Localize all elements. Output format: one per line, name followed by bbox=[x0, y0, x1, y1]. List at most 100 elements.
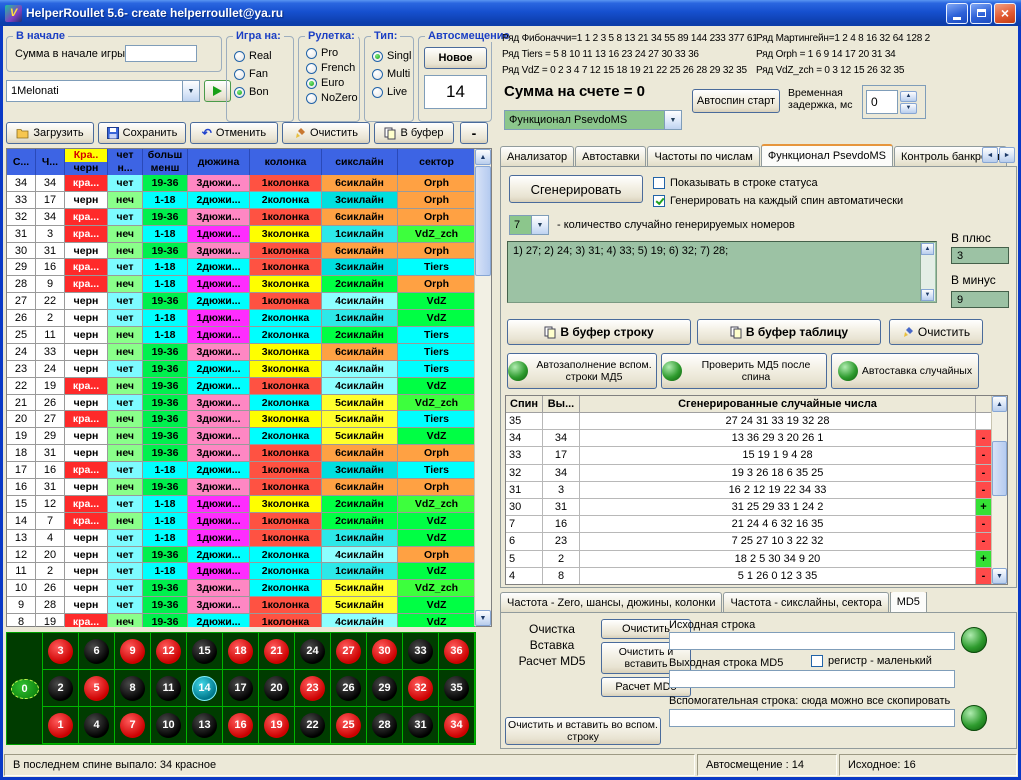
board-cell-21[interactable]: 21 bbox=[259, 633, 295, 670]
generate-button[interactable]: Сгенерировать bbox=[509, 175, 643, 203]
board-cell-36[interactable]: 36 bbox=[439, 633, 475, 670]
table-row[interactable]: 112чернчет1-181дюжи...2колонка1сиклайнVd… bbox=[7, 563, 491, 580]
chevron-down-icon[interactable]: ▼ bbox=[531, 216, 548, 234]
undo-button[interactable]: ↶ Отменить bbox=[190, 122, 278, 144]
chevron-down-icon[interactable]: ▼ bbox=[182, 81, 199, 101]
radio-option-pro[interactable]: Pro bbox=[306, 47, 358, 59]
load-button[interactable]: Загрузить bbox=[6, 122, 94, 144]
board-cell-11[interactable]: 11 bbox=[151, 670, 187, 707]
radio-option-live[interactable]: Live bbox=[372, 86, 411, 98]
board-cell-15[interactable]: 15 bbox=[187, 633, 223, 670]
table-row[interactable]: 2126чернчет19-363дюжи...2колонка5сиклайн… bbox=[7, 395, 491, 412]
gen-row[interactable]: 323419 3 26 18 6 35 25- bbox=[506, 465, 1007, 482]
lowercase-checkbox[interactable]: регистр - маленький bbox=[811, 655, 932, 667]
board-cell-24[interactable]: 24 bbox=[295, 633, 331, 670]
board-cell-7[interactable]: 7 bbox=[115, 707, 151, 744]
new-button[interactable]: Новое bbox=[424, 47, 487, 69]
minimize-button[interactable] bbox=[946, 3, 968, 24]
scroll-down-button[interactable]: ▼ bbox=[992, 568, 1007, 584]
save-button[interactable]: Сохранить bbox=[98, 122, 186, 144]
tabs-scroll-right-button[interactable]: ► bbox=[999, 147, 1015, 163]
board-cell-zero[interactable]: 0 bbox=[7, 633, 43, 744]
spin-down-button[interactable]: ▼ bbox=[900, 103, 917, 114]
table-row[interactable]: 3031черннеч19-363дюжи...1колонка6сиклайн… bbox=[7, 243, 491, 260]
tab-1[interactable]: Автоставки bbox=[575, 146, 646, 166]
board-cell-34[interactable]: 34 bbox=[439, 707, 475, 744]
table-row[interactable]: 2027кра...неч19-363дюжи...3колонка5сикла… bbox=[7, 411, 491, 428]
board-cell-20[interactable]: 20 bbox=[259, 670, 295, 707]
remove-button[interactable]: - bbox=[460, 122, 488, 144]
freq-tab-1[interactable]: Частота - сикслайны, сектора bbox=[723, 592, 888, 612]
delay-value-input[interactable]: 0 bbox=[866, 90, 898, 114]
board-cell-29[interactable]: 29 bbox=[367, 670, 403, 707]
board-cell-30[interactable]: 30 bbox=[367, 633, 403, 670]
table-row[interactable]: 2324чернчет19-362дюжи...3колонка4сиклайн… bbox=[7, 361, 491, 378]
radio-option-bon[interactable]: Bon bbox=[234, 86, 272, 98]
board-cell-13[interactable]: 13 bbox=[187, 707, 223, 744]
generated-numbers-area[interactable]: 1) 27; 2) 24; 3) 31; 4) 33; 5) 19; 6) 32… bbox=[507, 241, 937, 303]
gen-row[interactable]: 5218 2 5 30 34 9 20+ bbox=[506, 551, 1007, 568]
autospin-start-button[interactable]: Автоспин старт bbox=[692, 89, 780, 113]
board-cell-1[interactable]: 1 bbox=[43, 707, 79, 744]
table-row[interactable]: 313кра...неч1-181дюжи...3колонка1сиклайн… bbox=[7, 226, 491, 243]
tab-3[interactable]: Функционал PsevdoMS bbox=[761, 144, 893, 166]
table-row[interactable]: 819кра...неч19-362дюжи...1колонка4сиклай… bbox=[7, 614, 491, 627]
table-row[interactable]: 3434кра...чет19-363дюжи...1колонка6сикла… bbox=[7, 175, 491, 192]
board-cell-35[interactable]: 35 bbox=[439, 670, 475, 707]
table-row[interactable]: 3317черннеч1-182дюжи...2колонка3сиклайнO… bbox=[7, 192, 491, 209]
table-row[interactable]: 147кра...неч1-181дюжи...1колонка2сиклайн… bbox=[7, 513, 491, 530]
copy-table-button[interactable]: В буфер таблицу bbox=[697, 319, 881, 345]
gen-row[interactable]: 331715 19 1 9 4 28- bbox=[506, 447, 1007, 464]
table-row[interactable]: 1631черннеч19-363дюжи...1колонка6сиклайн… bbox=[7, 479, 491, 496]
table-row[interactable]: 1026чернчет19-363дюжи...2колонка5сиклайн… bbox=[7, 580, 491, 597]
close-button[interactable]: × bbox=[994, 3, 1016, 24]
chevron-down-icon[interactable]: ▼ bbox=[664, 111, 681, 129]
gen-row[interactable]: 3527 24 31 33 19 32 28 bbox=[506, 413, 1007, 430]
board-cell-3[interactable]: 3 bbox=[43, 633, 79, 670]
textarea-scrollbar[interactable]: ▲ ▼ bbox=[920, 243, 935, 301]
board-cell-9[interactable]: 9 bbox=[115, 633, 151, 670]
board-cell-10[interactable]: 10 bbox=[151, 707, 187, 744]
md5-aux-input[interactable] bbox=[669, 709, 955, 727]
count-select[interactable]: 7 ▼ bbox=[509, 215, 549, 235]
md5-output-input[interactable] bbox=[669, 670, 955, 688]
paste-green-button[interactable] bbox=[961, 627, 987, 653]
board-cell-2[interactable]: 2 bbox=[43, 670, 79, 707]
start-sum-input[interactable] bbox=[125, 45, 197, 62]
radio-option-fan[interactable]: Fan bbox=[234, 68, 272, 80]
table-row[interactable]: 2219кра...неч19-362дюжи...1колонка4сикла… bbox=[7, 378, 491, 395]
board-cell-26[interactable]: 26 bbox=[331, 670, 367, 707]
tab-2[interactable]: Частоты по числам bbox=[647, 146, 759, 166]
checkbox-icon[interactable] bbox=[653, 195, 665, 207]
gen-row[interactable]: 6237 25 27 10 3 22 32- bbox=[506, 533, 1007, 550]
board-cell-32[interactable]: 32 bbox=[403, 670, 439, 707]
table-row[interactable]: 1929черннеч19-363дюжи...2колонка5сиклайн… bbox=[7, 428, 491, 445]
table-row[interactable]: 289кра...неч1-181дюжи...3колонка2сиклайн… bbox=[7, 276, 491, 293]
scroll-up-button[interactable]: ▲ bbox=[992, 396, 1007, 412]
table-row[interactable]: 1512кра...чет1-181дюжи...3колонка2сиклай… bbox=[7, 496, 491, 513]
board-cell-33[interactable]: 33 bbox=[403, 633, 439, 670]
title-bar[interactable]: V HelperRoullet 5.6- create helperroulle… bbox=[0, 0, 1021, 26]
board-cell-23[interactable]: 23 bbox=[295, 670, 331, 707]
table-row[interactable]: 1220чернчет19-362дюжи...2колонка4сиклайн… bbox=[7, 547, 491, 564]
copy-row-button[interactable]: В буфер строку bbox=[507, 319, 691, 345]
table-row[interactable]: 2433черннеч19-363дюжи...3колонка6сиклайн… bbox=[7, 344, 491, 361]
board-cell-5[interactable]: 5 bbox=[79, 670, 115, 707]
board-cell-12[interactable]: 12 bbox=[151, 633, 187, 670]
scroll-up-button[interactable]: ▲ bbox=[475, 149, 491, 165]
scroll-down-button[interactable]: ▼ bbox=[475, 610, 491, 626]
maximize-button[interactable] bbox=[970, 3, 992, 24]
spin-up-button[interactable]: ▲ bbox=[900, 91, 917, 102]
board-cell-28[interactable]: 28 bbox=[367, 707, 403, 744]
board-cell-22[interactable]: 22 bbox=[295, 707, 331, 744]
scroll-up-button[interactable]: ▲ bbox=[921, 243, 934, 255]
scroll-down-button[interactable]: ▼ bbox=[921, 289, 934, 301]
board-cell-17[interactable]: 17 bbox=[223, 670, 259, 707]
table-row[interactable]: 134чернчет1-181дюжи...1колонка1сиклайнVd… bbox=[7, 530, 491, 547]
radio-option-singl[interactable]: Singl bbox=[372, 50, 411, 62]
gen-row[interactable]: 71621 24 4 6 32 16 35- bbox=[506, 516, 1007, 533]
table-row[interactable]: 1831черннеч19-363дюжи...1колонка6сиклайн… bbox=[7, 445, 491, 462]
autogen-checkbox[interactable]: Генерировать на каждый спин автоматическ… bbox=[653, 195, 903, 207]
buffer-button[interactable]: В буфер bbox=[374, 122, 454, 144]
board-cell-6[interactable]: 6 bbox=[79, 633, 115, 670]
